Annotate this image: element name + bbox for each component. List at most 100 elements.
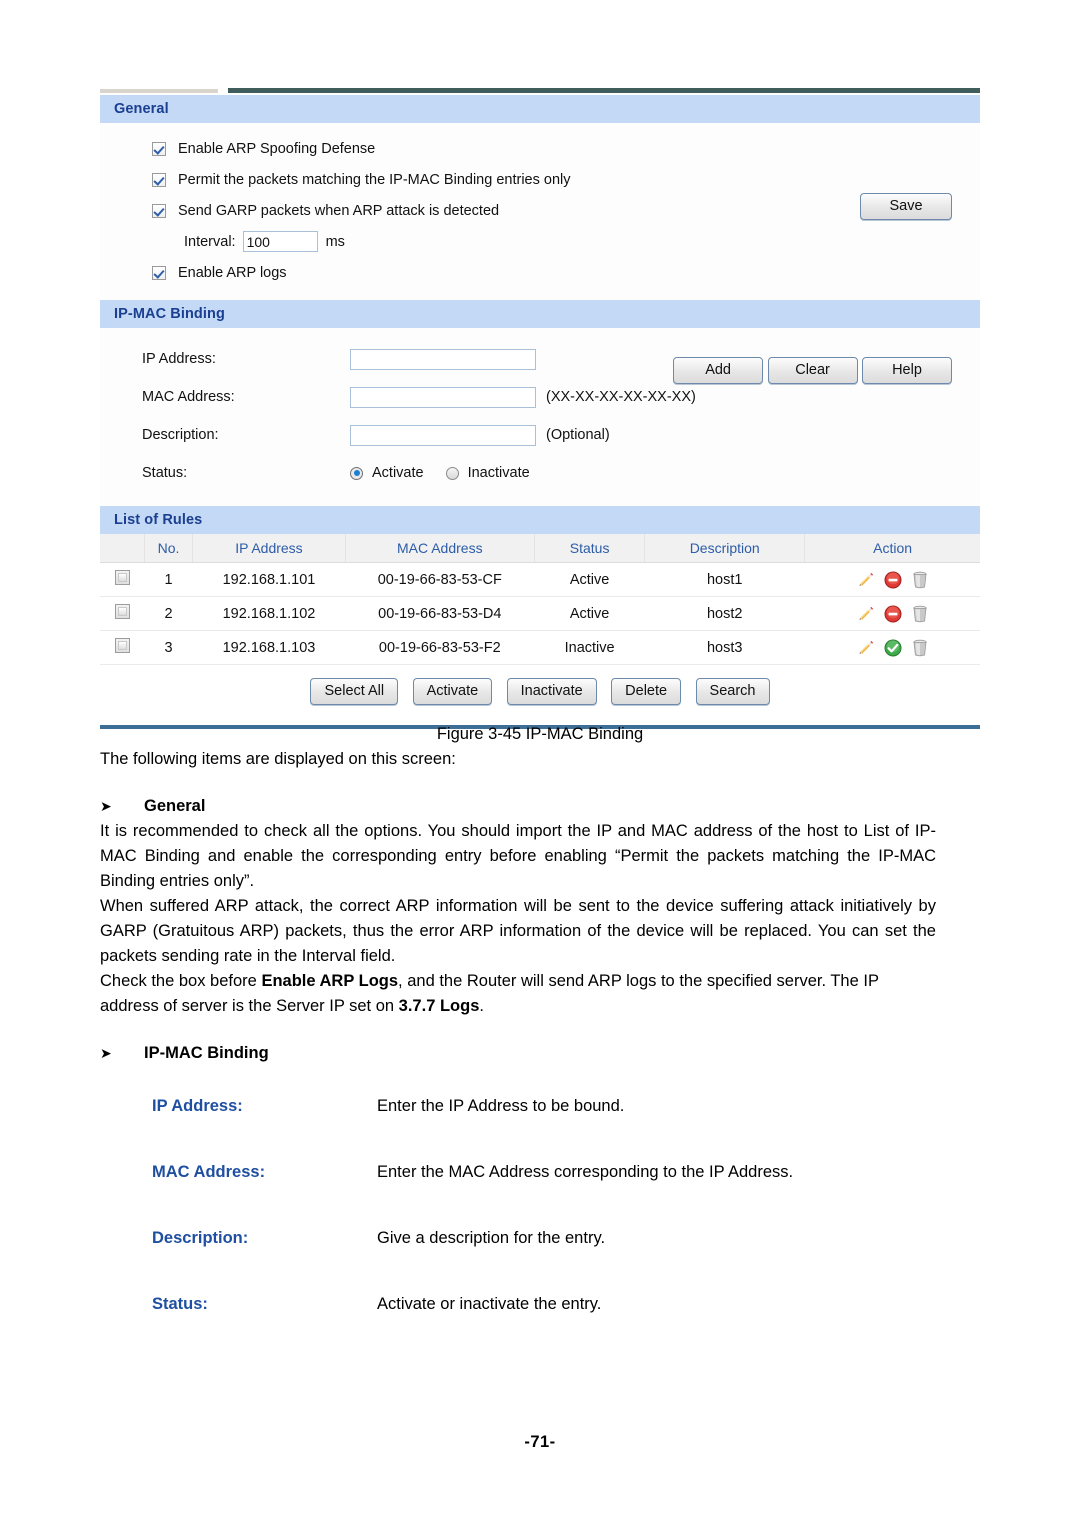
delete-trash-icon[interactable] [911, 570, 929, 589]
enable-arp-spoofing-defense-label: Enable ARP Spoofing Defense [178, 140, 376, 157]
mac-address-format-hint: (XX-XX-XX-XX-XX-XX) [546, 389, 696, 405]
edit-pencil-icon[interactable] [856, 638, 875, 657]
row-description: host2 [644, 596, 805, 631]
row-select-cell[interactable] [100, 596, 145, 631]
status-label: Status: [142, 465, 188, 481]
delete-trash-icon[interactable] [911, 638, 929, 657]
heading-ip-mac-binding-label: IP-MAC Binding [144, 1044, 269, 1062]
ip-mac-binding-section-header: IP-MAC Binding [100, 300, 980, 328]
row-select-checkbox[interactable] [114, 604, 130, 619]
column-header-description: Description [644, 534, 806, 563]
list-of-rules-section-body: No. IP Address MAC Address Status Descri… [100, 534, 980, 721]
description-label: Description: [142, 427, 219, 443]
permit-matching-packets-label: Permit the packets matching the IP-MAC B… [178, 171, 571, 188]
mac-address-label: MAC Address: [142, 389, 235, 405]
row-select-checkbox[interactable] [114, 638, 130, 653]
edit-pencil-icon[interactable] [856, 604, 875, 623]
heading-general-label: General [144, 797, 206, 815]
rules-table: No. IP Address MAC Address Status Descri… [100, 534, 980, 665]
row-description: host3 [644, 630, 805, 665]
definition-term: Description: [152, 1229, 249, 1247]
enable-arp-spoofing-defense-checkbox[interactable] [152, 141, 166, 156]
definition-description-field: Description: Give a description for the … [152, 1226, 980, 1251]
column-header-action: Action [804, 534, 980, 563]
delete-button[interactable]: Delete [611, 678, 682, 705]
permit-matching-packets-checkbox[interactable] [152, 172, 166, 187]
binding-action-buttons: Add Clear Help [673, 350, 952, 384]
help-button[interactable]: Help [862, 357, 952, 384]
status-activate-radio[interactable] [350, 466, 363, 480]
ip-address-input[interactable] [350, 348, 536, 370]
row-no: 1 [144, 562, 193, 597]
row-action-cell [804, 596, 980, 631]
send-garp-packets-checkbox[interactable] [152, 203, 166, 218]
select-all-button[interactable]: Select All [310, 678, 399, 705]
activate-button[interactable]: Activate [412, 678, 493, 705]
row-no: 2 [144, 596, 193, 631]
row-mac-address: 00-19-66-83-53-F2 [345, 630, 535, 665]
inactivate-button[interactable]: Inactivate [506, 678, 597, 705]
column-header-mac-address: MAC Address [345, 534, 535, 563]
rules-table-header-row: No. IP Address MAC Address Status Descri… [100, 534, 980, 563]
panel-top-rule [100, 88, 980, 95]
list-of-rules-section-header: List of Rules [100, 506, 980, 534]
edit-pencil-icon[interactable] [856, 570, 875, 589]
para3-bold-enable-arp-logs: Enable ARP Logs [261, 972, 399, 990]
status-radio-group[interactable]: Activate Inactivate [350, 465, 552, 481]
option-row-enable-arp-spoofing-defense[interactable]: Enable ARP Spoofing Defense [100, 133, 980, 164]
para3-text-e: . [479, 997, 484, 1015]
mac-address-input[interactable] [350, 386, 536, 408]
row-no: 3 [144, 630, 193, 665]
paragraph-general-2: When suffered ARP attack, the correct AR… [100, 897, 936, 965]
deactivate-icon[interactable] [884, 571, 902, 589]
interval-label: Interval: [184, 233, 236, 250]
panel-top-border [228, 88, 980, 93]
status-activate-label: Activate [372, 465, 424, 481]
page-number: -71- [524, 1433, 556, 1451]
activate-icon[interactable] [884, 639, 902, 657]
enable-arp-logs-checkbox[interactable] [152, 265, 166, 280]
row-description: host1 [644, 562, 805, 597]
bullet-arrow-icon: ➤ [100, 1045, 112, 1061]
status-inactivate-radio[interactable] [445, 466, 459, 480]
definition-description: Enter the MAC Address corresponding to t… [377, 1163, 794, 1181]
ip-mac-binding-section-body: IP Address: MAC Address: (XX-XX-XX-XX-XX… [100, 328, 980, 506]
save-button[interactable]: Save [860, 193, 952, 220]
definition-list: IP Address: Enter the IP Address to be b… [152, 1094, 980, 1317]
heading-ip-mac-binding: ➤ IP-MAC Binding [100, 1041, 980, 1066]
enable-arp-logs-label: Enable ARP logs [178, 264, 287, 281]
row-ip-address: 192.168.1.103 [192, 630, 346, 665]
row-select-cell[interactable] [100, 562, 145, 597]
definition-term: Status: [152, 1295, 208, 1313]
status-row: Status: Activate Inactivate [100, 454, 980, 492]
option-row-enable-arp-logs[interactable]: Enable ARP logs [100, 257, 980, 288]
interval-row: Interval: ms [100, 226, 980, 257]
definition-term: IP Address: [152, 1097, 243, 1115]
table-row: 1 192.168.1.101 00-19-66-83-53-CF Active… [100, 562, 980, 597]
row-select-cell[interactable] [100, 630, 145, 665]
description-input[interactable] [350, 424, 536, 446]
router-config-screenshot: General Enable ARP Spoofing Defense Perm… [100, 88, 980, 729]
interval-unit-label: ms [325, 233, 345, 250]
row-status: Active [534, 596, 645, 631]
interval-input[interactable] [242, 231, 318, 252]
column-header-select [100, 534, 145, 563]
option-row-send-garp-packets[interactable]: Send GARP packets when ARP attack is det… [100, 195, 980, 226]
definition-description: Enter the IP Address to be bound. [377, 1097, 625, 1115]
delete-trash-icon[interactable] [911, 604, 929, 623]
row-mac-address: 00-19-66-83-53-D4 [345, 596, 535, 631]
search-button[interactable]: Search [695, 678, 770, 705]
general-section-header: General [100, 95, 980, 123]
column-header-status: Status [534, 534, 646, 563]
column-header-ip-address: IP Address [192, 534, 346, 563]
general-section-body: Enable ARP Spoofing Defense Permit the p… [100, 123, 980, 300]
column-header-no: No. [144, 534, 194, 563]
definition-ip-address: IP Address: Enter the IP Address to be b… [152, 1094, 980, 1119]
row-select-checkbox[interactable] [114, 570, 130, 585]
deactivate-icon[interactable] [884, 605, 902, 623]
add-button[interactable]: Add [673, 357, 764, 384]
clear-button[interactable]: Clear [767, 357, 858, 384]
row-status: Inactive [534, 630, 645, 665]
active-tab-indicator [100, 89, 218, 93]
option-row-permit-matching-packets[interactable]: Permit the packets matching the IP-MAC B… [100, 164, 980, 195]
